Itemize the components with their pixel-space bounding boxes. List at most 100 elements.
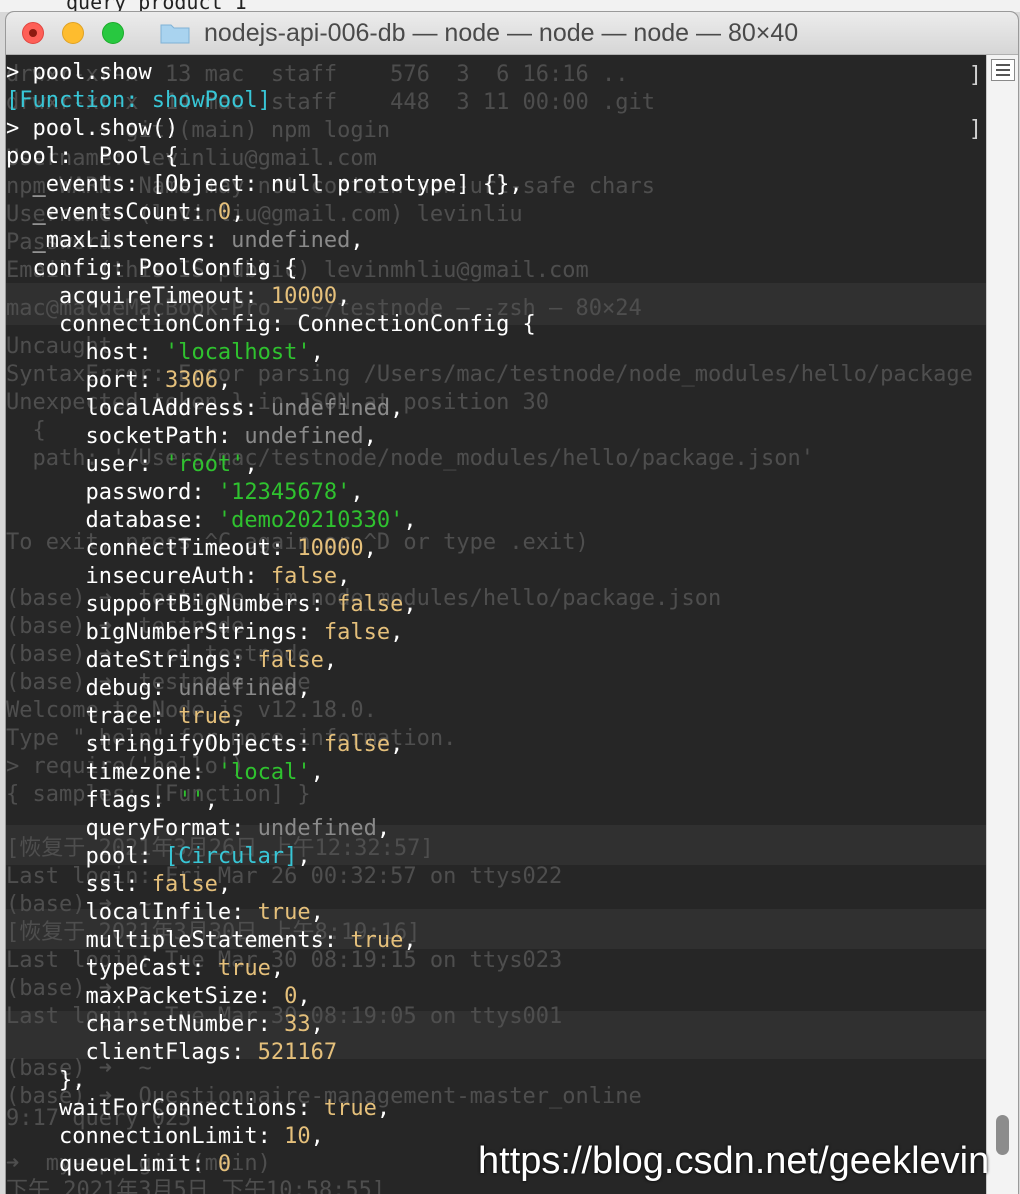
background-window-strip: query product 1	[0, 0, 1020, 12]
console-line: maxPacketSize: 0,	[6, 983, 986, 1011]
console-token: 10	[284, 1124, 311, 1149]
console-line: acquireTimeout: 10000,	[6, 283, 986, 311]
console-token: ssl:	[6, 872, 152, 897]
console-token: multipleStatements:	[6, 928, 351, 953]
console-token: ,	[337, 284, 351, 309]
console-line: bigNumberStrings: false,	[6, 619, 986, 647]
console-token: maxPacketSize:	[6, 984, 285, 1009]
console-token: queueLimit:	[6, 1152, 218, 1177]
console-token: ,	[217, 368, 232, 393]
console-token: ,	[297, 984, 311, 1009]
console-token: connectTimeout:	[6, 536, 298, 561]
console-token: undefined	[257, 816, 377, 841]
console-token: flags:	[6, 788, 179, 813]
title-bar[interactable]: nodejs-api-006-db — node — node — node —…	[6, 12, 1018, 55]
console-token: database:	[6, 508, 218, 533]
console-token: connectionLimit:	[6, 1124, 285, 1149]
console-token: pool: Pool {	[6, 144, 179, 169]
console-token: bigNumberStrings:	[6, 620, 324, 645]
close-button[interactable]	[22, 22, 44, 44]
console-token: false	[151, 872, 218, 897]
console-line: host: 'localhost',	[6, 339, 986, 367]
console-token: password:	[6, 480, 218, 505]
console-token: false	[323, 732, 391, 757]
console-token: connectionConfig: ConnectionConfig {	[6, 312, 536, 337]
console-token: ,	[297, 844, 311, 869]
console-token: ,	[390, 620, 404, 645]
console-token: true	[257, 900, 311, 925]
console-line: localAddress: undefined,	[6, 395, 986, 423]
zoom-button[interactable]	[102, 22, 124, 44]
console-line: connectTimeout: 10000,	[6, 535, 986, 563]
console-token: ,	[403, 508, 417, 533]
console-token: ,	[270, 956, 285, 981]
console-token: ,	[310, 340, 324, 365]
console-token: ,	[350, 480, 364, 505]
console-token: ''	[178, 788, 205, 813]
console-line: pool: [Circular],	[6, 843, 986, 871]
console-token: ,	[390, 396, 404, 421]
console-output[interactable]: > pool.show [Function: showPool] > pool.sh…	[6, 59, 986, 1179]
console-token: ,	[403, 592, 417, 617]
console-token: debug:	[6, 676, 179, 701]
console-token: pool:	[6, 844, 165, 869]
terminal-content[interactable]: drwxr-xr-x 13 mac staff 576 3 6 16:16 ..…	[6, 55, 986, 1194]
menu-icon[interactable]	[991, 59, 1015, 81]
console-line: dateStrings: false,	[6, 647, 986, 675]
console-token: ,	[376, 816, 391, 841]
console-token: true	[217, 956, 271, 981]
console-line: database: 'demo20210330',	[6, 507, 986, 535]
console-line: typeCast: true,	[6, 955, 986, 983]
console-token: _eventsCount:	[6, 200, 218, 225]
console-token: 'local'	[217, 760, 311, 785]
background-line: 下午 2021年3月5日 下午10:58:55]	[6, 1178, 386, 1194]
console-line: _maxListeners: undefined,	[6, 227, 986, 255]
console-token: trace:	[6, 704, 179, 729]
console-token: 0	[217, 200, 232, 225]
console-token: _events: [Object: null prototype] {},	[6, 172, 523, 197]
console-line: _eventsCount: 0,	[6, 199, 986, 227]
console-token: acquireTimeout:	[6, 284, 271, 309]
console-token: ,	[363, 536, 377, 561]
console-token: ,	[350, 228, 364, 253]
console-line: insecureAuth: false,	[6, 563, 986, 591]
console-token: host:	[6, 340, 165, 365]
console-token: user:	[6, 452, 165, 477]
console-token: ,	[403, 928, 417, 953]
console-token: 521167	[257, 1040, 338, 1065]
console-token: true	[350, 928, 404, 953]
console-token: ,	[204, 788, 218, 813]
console-line: socketPath: undefined,	[6, 423, 986, 451]
console-line: ssl: false,	[6, 871, 986, 899]
console-token: ,	[310, 1012, 324, 1037]
watermark-url: https://blog.csdn.net/geeklevin	[478, 1140, 990, 1182]
console-line: waitForConnections: true,	[6, 1095, 986, 1123]
console-token: 0	[217, 1152, 232, 1177]
console-token: undefined	[178, 676, 298, 701]
console-token: 'root'	[164, 452, 245, 477]
console-token: queryFormat:	[6, 816, 258, 841]
console-token: localAddress:	[6, 396, 271, 421]
console-token: insecureAuth:	[6, 564, 271, 589]
scrollbar[interactable]	[986, 55, 1018, 1194]
scrollbar-thumb[interactable]	[996, 1115, 1009, 1155]
console-line: supportBigNumbers: false,	[6, 591, 986, 619]
console-token: typeCast:	[6, 956, 218, 981]
console-token: false	[323, 620, 391, 645]
console-token: ,	[297, 676, 311, 701]
console-line: _events: [Object: null prototype] {},	[6, 171, 986, 199]
console-line: },	[6, 1067, 986, 1095]
minimize-button[interactable]	[62, 22, 84, 44]
terminal-window: nodejs-api-006-db — node — node — node —…	[6, 12, 1018, 1194]
console-line: debug: undefined,	[6, 675, 986, 703]
console-token: ,	[310, 760, 324, 785]
console-token: undefined	[231, 228, 351, 253]
console-token: charsetNumber:	[6, 1012, 285, 1037]
console-line: timezone: 'local',	[6, 759, 986, 787]
console-token: > pool.show()	[6, 116, 179, 141]
console-token: waitForConnections:	[6, 1096, 324, 1121]
console-token: [Function: showPool]	[6, 88, 271, 113]
console-line: > pool.show	[6, 59, 986, 87]
console-token: ,	[310, 1124, 324, 1149]
console-token: ,	[310, 900, 324, 925]
